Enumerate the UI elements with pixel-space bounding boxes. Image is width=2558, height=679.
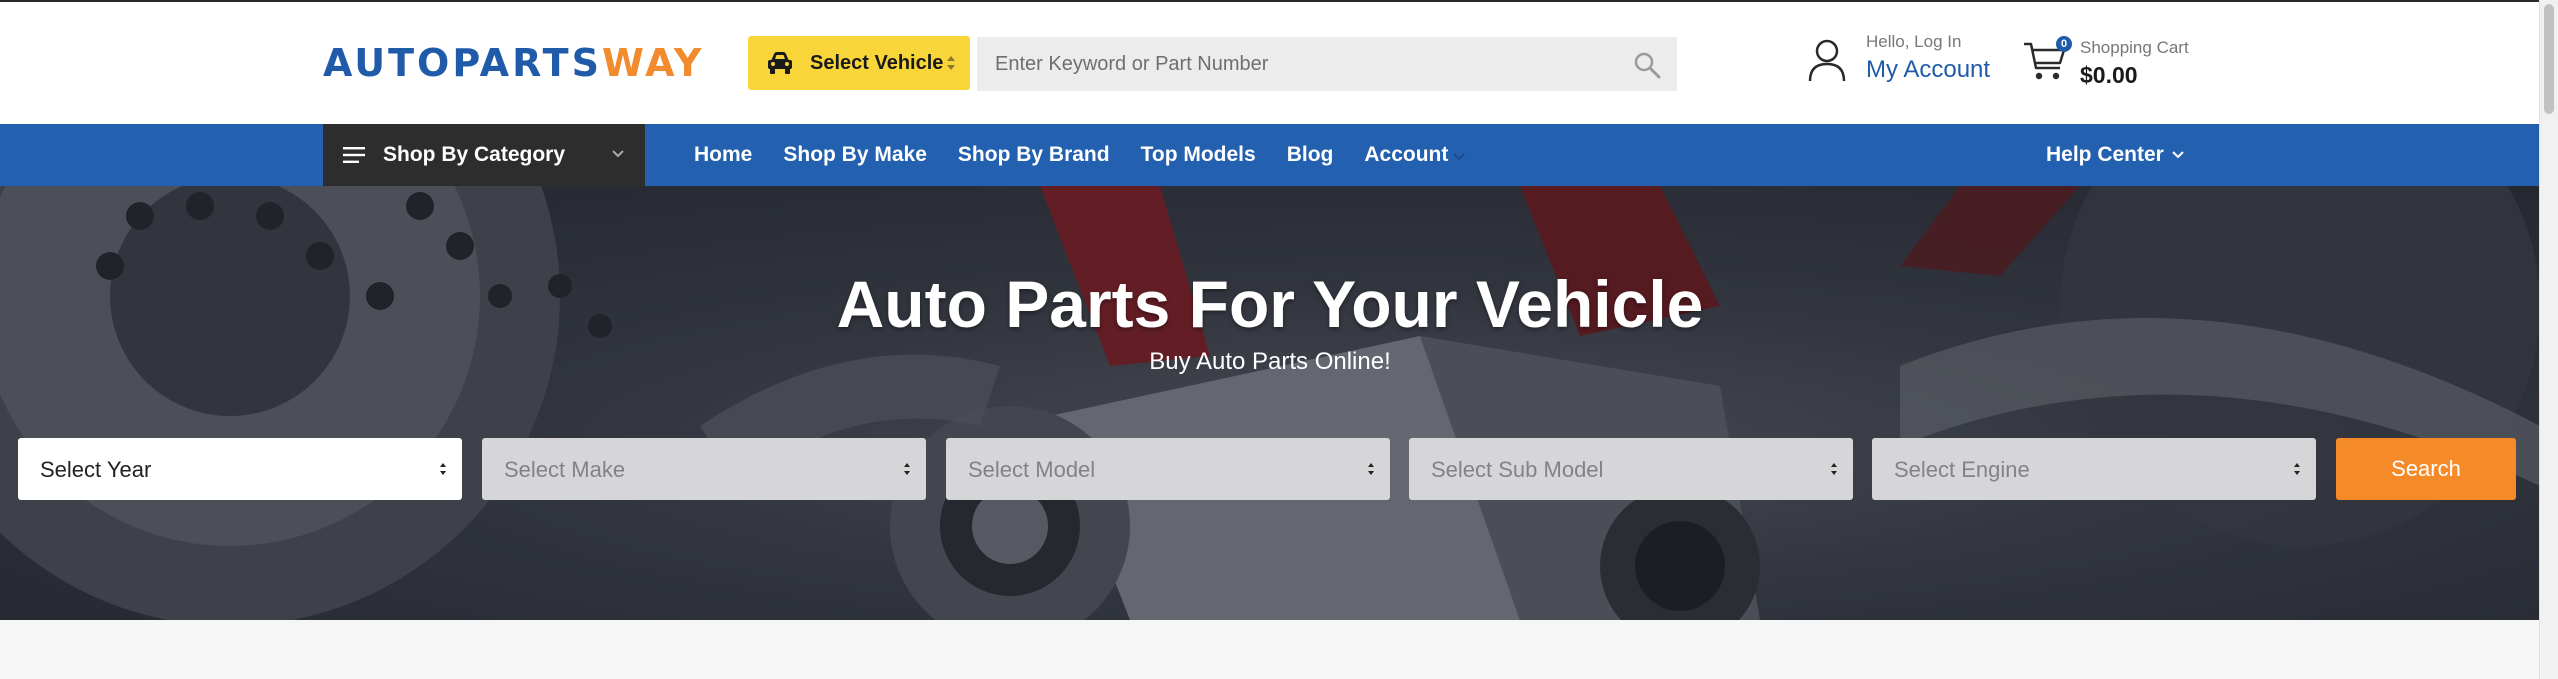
logo-text-way: WAY: [601, 41, 705, 85]
select-make-dropdown[interactable]: Select Make: [482, 438, 926, 500]
select-sub-model-label: Select Sub Model: [1431, 457, 1604, 482]
site-logo[interactable]: AUTOPARTS WAY: [323, 38, 704, 88]
select-year-dropdown[interactable]: Select Year: [18, 438, 462, 500]
select-model-label: Select Model: [968, 457, 1096, 482]
page-scrollbar[interactable]: [2539, 0, 2558, 679]
nav-link-top-models[interactable]: Top Models: [1141, 143, 1256, 167]
account-greeting: Hello, Log In: [1866, 32, 1962, 51]
chevron-down-icon: [2172, 151, 2184, 159]
select-vehicle-label: Select Vehicle: [810, 51, 944, 74]
chevron-down-icon: [1453, 152, 1466, 160]
shopping-cart-link[interactable]: 0 Shopping Cart $0.00: [2022, 34, 2212, 94]
shop-by-category-button[interactable]: Shop By Category: [323, 124, 645, 186]
user-icon: [1808, 39, 1846, 82]
cart-total: $0.00: [2080, 62, 2138, 88]
cart-count-badge: 0: [2056, 36, 2072, 52]
select-sub-model-dropdown[interactable]: Select Sub Model: [1409, 438, 1853, 500]
account-link[interactable]: Hello, Log In My Account: [1808, 32, 2008, 92]
search-icon[interactable]: [1633, 51, 1661, 79]
hero-title: Auto Parts For Your Vehicle: [836, 267, 1704, 341]
updown-arrows-icon: [1368, 463, 1374, 475]
auto-parts-background-image: [0, 186, 2540, 620]
vehicle-search-button[interactable]: Search: [2336, 438, 2516, 500]
select-model-dropdown[interactable]: Select Model: [946, 438, 1390, 500]
select-engine-label: Select Engine: [1894, 457, 2030, 482]
help-center-label: Help Center: [2046, 143, 2164, 166]
select-make-label: Select Make: [504, 457, 626, 482]
hero-banner: Auto Parts For Your Vehicle Buy Auto Par…: [0, 186, 2540, 620]
my-account-label: My Account: [1866, 56, 1991, 83]
hamburger-menu-icon: [343, 147, 365, 163]
select-year-label: Select Year: [40, 457, 152, 482]
site-header: AUTOPARTSWAY Select Vehicle Hello,: [0, 2, 2540, 124]
hero-subtitle: Buy Auto Parts Online!: [1149, 348, 1391, 375]
updown-arrows-icon: [1831, 463, 1837, 475]
car-icon: [768, 52, 792, 74]
nav-link-shop-by-make[interactable]: Shop By Make: [783, 143, 927, 167]
updown-arrows-icon: [947, 56, 955, 70]
nav-link-account[interactable]: Account: [1364, 143, 1448, 167]
nav-link-shop-by-brand[interactable]: Shop By Brand: [958, 143, 1110, 167]
page-content-area: [0, 620, 2540, 679]
scrollbar-thumb[interactable]: [2544, 4, 2554, 114]
shop-by-category-label: Shop By Category: [383, 143, 566, 166]
updown-arrows-icon: [904, 463, 910, 475]
updown-arrows-icon: [2294, 463, 2300, 475]
search-input[interactable]: [977, 37, 1615, 91]
nav-link-home[interactable]: Home: [694, 143, 752, 167]
chevron-down-icon: [612, 150, 624, 158]
nav-links: Home Shop By Make Shop By Brand Top Mode…: [694, 124, 1466, 186]
updown-arrows-icon: [440, 463, 446, 475]
nav-link-blog[interactable]: Blog: [1287, 143, 1334, 167]
logo-text-autoparts: AUTOPARTS: [323, 41, 602, 85]
select-vehicle-button[interactable]: Select Vehicle: [748, 36, 970, 90]
select-engine-dropdown[interactable]: Select Engine: [1872, 438, 2316, 500]
cart-title: Shopping Cart: [2080, 38, 2189, 57]
help-center-menu[interactable]: Help Center: [2046, 143, 2184, 167]
search-bar: [977, 37, 1677, 91]
main-navigation: Shop By Category Home Shop By Make Shop …: [0, 124, 2540, 186]
